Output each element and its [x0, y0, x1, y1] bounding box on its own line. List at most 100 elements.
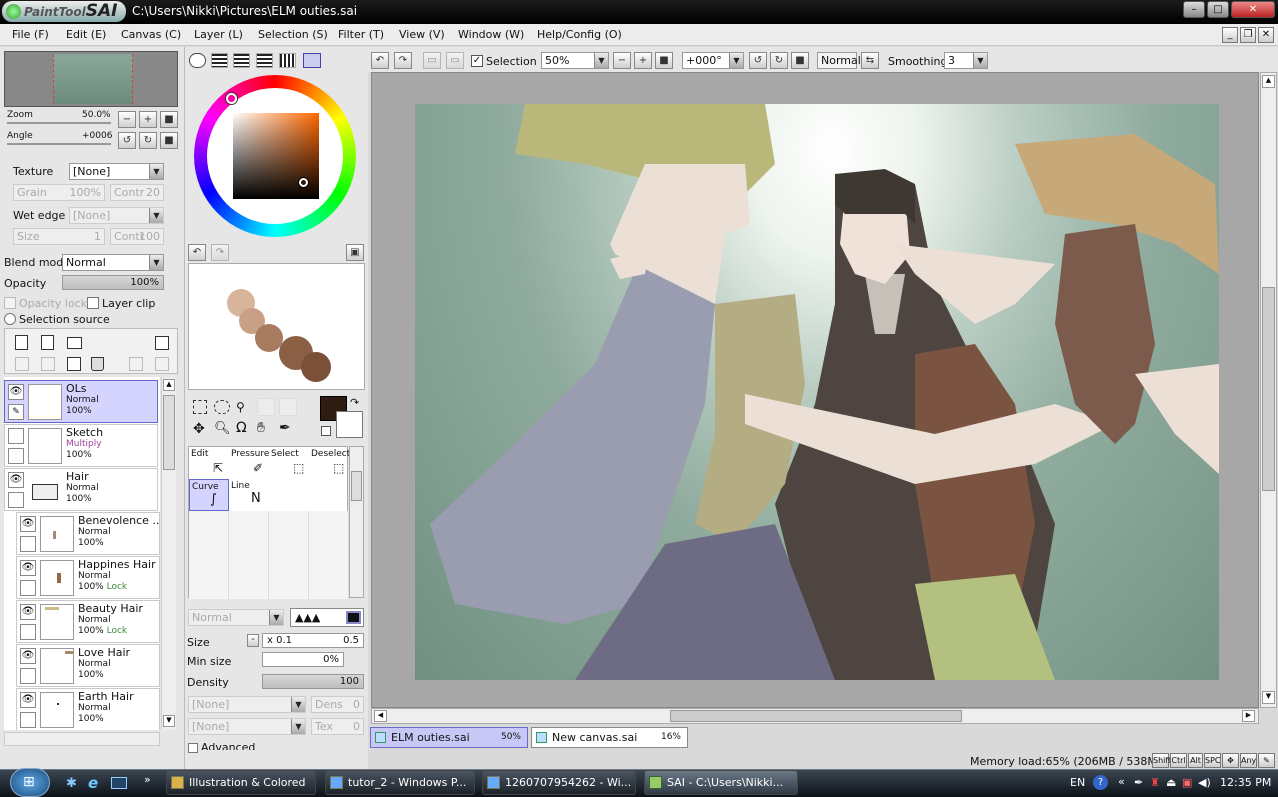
eye-icon[interactable]: 👁: [20, 648, 36, 664]
trash-icon[interactable]: [91, 357, 104, 371]
copy-layer-icon[interactable]: [129, 357, 143, 371]
canvas-vscrollbar[interactable]: ▲ ▼: [1260, 72, 1277, 708]
layer-select-checkbox[interactable]: [20, 668, 36, 684]
secondary-color-swatch[interactable]: [336, 411, 363, 438]
toolbar-rotate-left-button[interactable]: ↺: [749, 52, 767, 69]
layer-select-checkbox[interactable]: [8, 448, 24, 464]
redo-button[interactable]: ↷: [394, 52, 412, 69]
hue-marker[interactable]: [226, 93, 237, 104]
scroll-up-icon[interactable]: ▲: [163, 379, 175, 391]
brush-grid-scroll-thumb[interactable]: [351, 471, 362, 501]
layer-item-love-hair[interactable]: 👁 Love Hair Normal 100%: [16, 644, 160, 687]
view-mode-button[interactable]: Normal: [817, 52, 861, 69]
pen-icon[interactable]: ✎: [8, 404, 24, 420]
tool-edit[interactable]: Edit ⇱: [189, 447, 229, 479]
canvas-hscroll-thumb[interactable]: [670, 710, 962, 722]
scroll-down-icon[interactable]: ▼: [163, 715, 175, 727]
taskbar-item-tutor[interactable]: tutor_2 - Windows P...: [325, 770, 475, 795]
invert-selection-button[interactable]: ▭: [446, 52, 464, 69]
rotate-icon[interactable]: Ω: [236, 420, 247, 436]
toolbar-zoom-reset-button[interactable]: ■: [655, 52, 673, 69]
tool-curve[interactable]: Curve ∫: [189, 479, 229, 511]
taskbar-item-sai[interactable]: SAI - C:\Users\Nikki...: [644, 770, 798, 795]
device-tray-icon[interactable]: ♜: [1150, 776, 1160, 789]
safely-remove-icon[interactable]: ⏏: [1166, 776, 1176, 789]
scratchpad-mode-icon[interactable]: [303, 53, 321, 68]
tray-expand-icon[interactable]: «: [1118, 775, 1125, 788]
eye-icon[interactable]: 👁: [20, 692, 36, 708]
show-desktop-icon[interactable]: [111, 777, 127, 789]
canvas-tab-elm-outies[interactable]: ELM outies.sai 50%: [370, 727, 528, 748]
saturation-value-square[interactable]: [233, 113, 319, 199]
language-indicator[interactable]: EN: [1070, 776, 1085, 789]
visibility-checkbox[interactable]: [8, 428, 24, 444]
canvas-viewport[interactable]: [371, 72, 1259, 708]
angle-select[interactable]: +000° ▼: [682, 52, 744, 69]
layer-select-checkbox[interactable]: [8, 492, 24, 508]
menu-canvas[interactable]: Canvas (C): [121, 28, 181, 41]
flip-horizontal-button[interactable]: ⇆: [861, 52, 879, 69]
zoom-select[interactable]: 50% ▼: [541, 52, 609, 69]
scratchpad-redo-button[interactable]: ↷: [211, 244, 229, 261]
selection-checkbox[interactable]: ✓: [471, 55, 483, 67]
rgb-slider-mode-icon[interactable]: [211, 53, 228, 68]
menu-window[interactable]: Window (W): [458, 28, 524, 41]
mdi-restore-button[interactable]: ❐: [1240, 27, 1256, 43]
color-wheel-mode-icon[interactable]: [189, 53, 206, 68]
quick-launch-overflow-icon[interactable]: »: [144, 773, 151, 786]
layer-list-hscrollbar[interactable]: [4, 732, 160, 746]
merge-down-icon[interactable]: [41, 357, 55, 371]
toolbar-rotate-reset-button[interactable]: ■: [791, 52, 809, 69]
paste-layer-icon[interactable]: [155, 357, 169, 371]
zoom-slider[interactable]: [7, 122, 111, 124]
rotate-left-button[interactable]: ↺: [118, 132, 136, 149]
eyedropper-icon[interactable]: ✒: [279, 420, 291, 436]
brush-grid-scrollbar[interactable]: [349, 446, 364, 598]
layer-item-hair-folder[interactable]: 👁 Hair Normal 100%: [4, 468, 158, 511]
texture-select[interactable]: [None] ▼: [69, 163, 164, 180]
tool-select[interactable]: Select ⬚: [269, 447, 309, 479]
hand-icon[interactable]: ✋︎: [257, 420, 265, 436]
scroll-left-icon[interactable]: ◀: [374, 710, 387, 722]
navigator-preview[interactable]: [4, 51, 178, 107]
zoom-reset-button[interactable]: ■: [160, 111, 178, 128]
swap-colors-icon[interactable]: ↷: [350, 396, 359, 409]
canvas-hscrollbar[interactable]: ◀ ▶: [371, 708, 1259, 724]
layer-item-earth-hair[interactable]: 👁 Earth Hair Normal 100%: [16, 688, 160, 730]
blend-mode-select[interactable]: Normal ▼: [62, 254, 164, 271]
selection-source-radio[interactable]: [4, 313, 16, 325]
layer-select-checkbox[interactable]: [20, 712, 36, 728]
hsv-slider-mode-icon[interactable]: [233, 53, 250, 68]
close-button[interactable]: ✕: [1231, 1, 1275, 18]
menu-help-config[interactable]: Help/Config (O): [537, 28, 622, 41]
advanced-checkbox[interactable]: [188, 743, 198, 753]
mdi-close-button[interactable]: ✕: [1258, 27, 1274, 43]
menu-file[interactable]: File (F): [12, 28, 49, 41]
taskbar-item-illustration[interactable]: Illustration & Colored: [166, 770, 316, 795]
sv-marker[interactable]: [299, 178, 308, 187]
density-slider[interactable]: 100: [262, 674, 364, 689]
zoom-out-button[interactable]: −: [118, 111, 136, 128]
menu-edit[interactable]: Edit (E): [66, 28, 106, 41]
bluetooth-icon[interactable]: ✱: [66, 776, 77, 791]
eye-icon[interactable]: 👁: [8, 384, 24, 400]
transfer-down-icon[interactable]: [15, 357, 29, 371]
toolbar-zoom-out-button[interactable]: −: [613, 52, 631, 69]
transparent-color-icon[interactable]: [321, 426, 331, 436]
artwork[interactable]: [415, 104, 1219, 680]
toolbar-zoom-in-button[interactable]: +: [634, 52, 652, 69]
rect-select-icon[interactable]: [193, 400, 207, 414]
clear-layer-icon[interactable]: [67, 357, 81, 371]
scroll-right-icon[interactable]: ▶: [1242, 710, 1255, 722]
size-slider[interactable]: x 0.1 0.5: [262, 633, 364, 648]
layer-select-checkbox[interactable]: [20, 624, 36, 640]
menu-view[interactable]: View (V): [399, 28, 445, 41]
layer-item-benevolence[interactable]: 👁 Benevolence ... Normal 100%: [16, 512, 160, 555]
new-layer-icon[interactable]: [15, 335, 28, 350]
rotate-right-button[interactable]: ↻: [139, 132, 157, 149]
pen-tray-icon[interactable]: ✒: [1134, 776, 1143, 789]
layer-item-happines-hair[interactable]: 👁 Happines Hair Normal 100% Lock: [16, 556, 160, 599]
menu-layer[interactable]: Layer (L): [194, 28, 243, 41]
toolbar-rotate-right-button[interactable]: ↻: [770, 52, 788, 69]
layer-clip-checkbox[interactable]: [87, 297, 99, 309]
